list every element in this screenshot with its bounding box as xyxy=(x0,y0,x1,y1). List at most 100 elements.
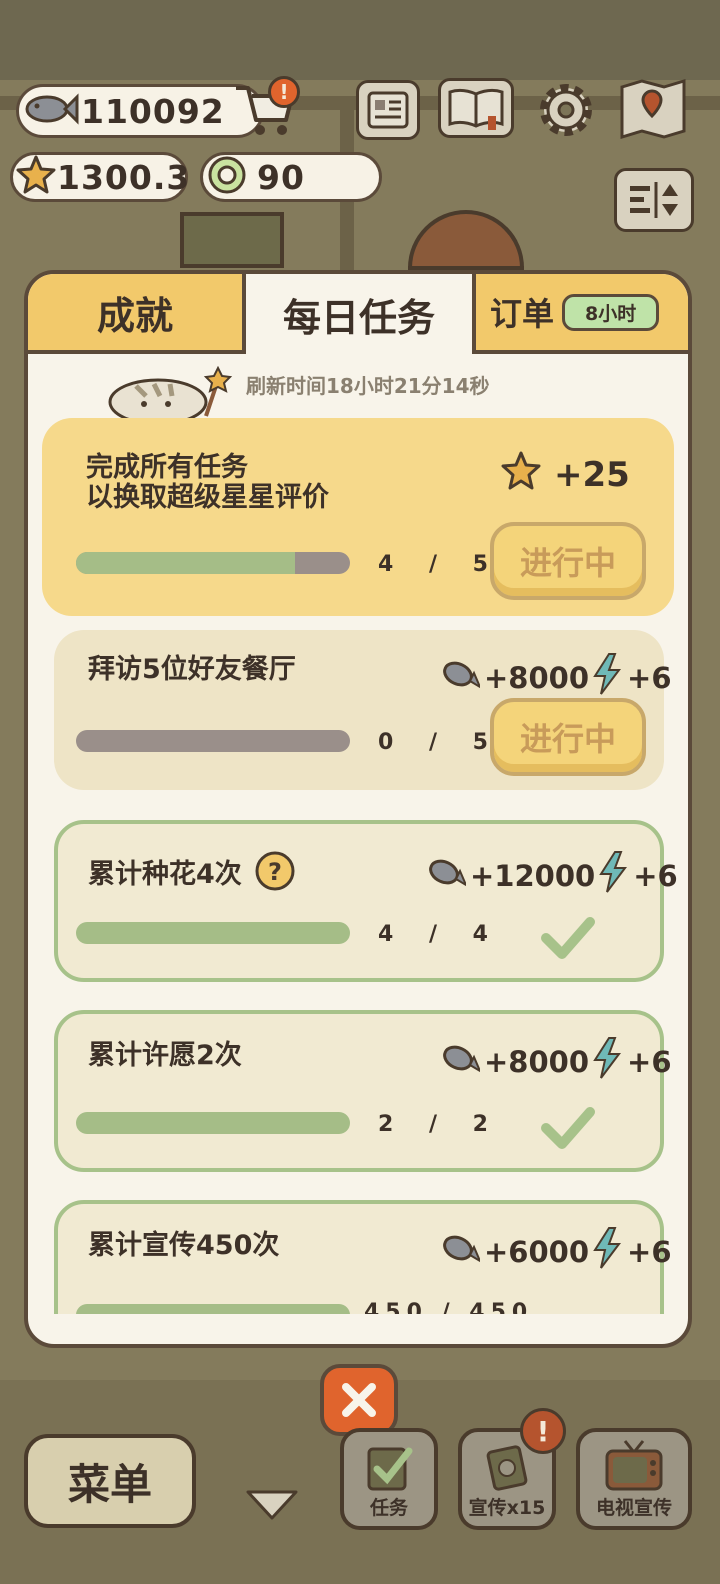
task-card: 累计宣传450次 +6000 +6 450 / 450 xyxy=(54,1200,672,1314)
all-tasks-card: 完成所有任务 以换取超级星星评价 +25 4 / 5 进行中 xyxy=(42,418,674,616)
ring-icon xyxy=(205,153,249,201)
task-status-button[interactable]: 进行中 xyxy=(490,698,646,776)
newspaper-icon xyxy=(367,91,409,129)
sort-toggle-button[interactable] xyxy=(614,168,694,232)
fish-icon xyxy=(440,1231,483,1272)
book-icon xyxy=(448,88,504,130)
chevron-down-icon[interactable] xyxy=(244,1488,300,1526)
task-progress-text: 2 / 2 xyxy=(378,1112,502,1137)
task-energy-reward: +6 xyxy=(627,1044,672,1079)
shop-alert-badge: ! xyxy=(268,76,300,108)
menu-button[interactable]: 菜单 xyxy=(24,1434,196,1528)
task-energy-reward: +6 xyxy=(627,660,672,695)
svg-text:?: ? xyxy=(268,858,282,886)
fish-icon xyxy=(23,89,79,133)
star-icon xyxy=(15,154,57,200)
daily-task-panel: 成就 每日任务 订单 8小时 刷新时间18小时21分14秒 完成所有任务 以换取… xyxy=(24,270,692,1348)
tasks-nav-button[interactable]: 任务 xyxy=(340,1428,438,1530)
task-fish-reward: +12000 xyxy=(470,858,596,893)
help-icon[interactable]: ? xyxy=(254,850,296,899)
task-reward: +6000 +6 xyxy=(440,1226,672,1277)
checkmark-icon xyxy=(540,1106,596,1154)
catalog-book-button[interactable] xyxy=(438,78,514,138)
checkmark-icon xyxy=(540,916,596,964)
energy-icon xyxy=(589,652,625,703)
main-task-title-line2: 以换取超级星星评价 xyxy=(86,482,329,513)
task-title-row: 累计种花4次 ? xyxy=(88,850,296,899)
map-button[interactable] xyxy=(618,78,688,139)
newspaper-button[interactable] xyxy=(356,80,420,140)
promo-card-icon xyxy=(486,1445,528,1491)
task-title: 累计许愿2次 xyxy=(88,1040,242,1071)
refresh-timer: 刷新时间18小时21分14秒 xyxy=(246,374,490,398)
task-fish-reward: +8000 xyxy=(484,660,590,695)
tab-bar: 成就 每日任务 订单 8小时 xyxy=(28,274,688,354)
close-button[interactable] xyxy=(320,1364,398,1436)
tab-orders-label: 订单 xyxy=(490,295,555,333)
fish-icon xyxy=(440,1041,483,1082)
main-task-reward-value: +25 xyxy=(554,454,630,495)
settings-button[interactable] xyxy=(534,80,598,140)
task-title: 累计宣传450次 xyxy=(88,1230,280,1261)
tv-promo-button[interactable]: 电视宣传 xyxy=(576,1428,692,1530)
task-card: 累计种花4次 ? +12000 +6 4 / 4 xyxy=(54,820,678,982)
ring-currency-pill: 90 xyxy=(200,152,382,202)
gear-icon xyxy=(540,84,592,136)
task-energy-reward: +6 xyxy=(633,858,678,893)
tasks-nav-label: 任务 xyxy=(369,1497,408,1519)
fish-icon xyxy=(440,657,483,698)
task-reward: +8000 +6 xyxy=(440,652,672,703)
energy-icon xyxy=(589,1036,625,1087)
task-progress-bar xyxy=(76,1112,350,1134)
task-title: 累计种花4次 xyxy=(88,859,242,890)
star-currency-pill: 1300.3 xyxy=(10,152,191,202)
task-title: 拜访5位好友餐厅 xyxy=(88,654,296,685)
main-task-title-line1: 完成所有任务 xyxy=(86,452,248,483)
fish-count: 110092 xyxy=(81,91,225,131)
task-fish-reward: +6000 xyxy=(484,1234,590,1269)
map-icon xyxy=(620,78,686,139)
tv-icon xyxy=(605,1440,663,1491)
energy-icon xyxy=(589,1226,625,1277)
task-card: 累计许愿2次 +8000 +6 2 / 2 xyxy=(54,1010,672,1172)
fish-currency-pill: 110092 xyxy=(16,84,264,138)
energy-icon xyxy=(595,850,631,901)
shop-cart-icon[interactable]: ! xyxy=(232,76,300,140)
main-task-progress-fill xyxy=(76,552,296,574)
task-progress-fill xyxy=(76,1112,350,1134)
task-progress-fill xyxy=(76,1304,350,1314)
main-task-status-button[interactable]: 进行中 xyxy=(490,522,646,600)
promo-nav-label: 宣传x15 xyxy=(468,1497,546,1519)
task-list[interactable]: 完成所有任务 以换取超级星星评价 +25 4 / 5 进行中 拜访5位好友餐厅 … xyxy=(28,414,688,1314)
star-icon xyxy=(500,450,542,499)
close-icon xyxy=(342,1383,376,1417)
tab-daily-tasks[interactable]: 每日任务 xyxy=(246,274,472,354)
main-task-progress-text: 4 / 5 xyxy=(378,552,502,577)
promo-alert-badge: ! xyxy=(520,1408,566,1454)
tv-promo-label: 电视宣传 xyxy=(595,1497,672,1519)
tab-orders[interactable]: 订单 8小时 xyxy=(472,274,688,354)
task-reward: +12000 +6 xyxy=(426,850,678,901)
background-top xyxy=(0,0,720,80)
task-progress-bar xyxy=(76,922,350,944)
main-task-reward: +25 xyxy=(500,450,630,499)
main-task-progress-bar xyxy=(76,552,350,574)
task-progress-bar xyxy=(76,1304,350,1314)
task-progress-text: 0 / 5 xyxy=(378,730,502,755)
task-progress-fill xyxy=(76,922,350,944)
task-reward: +8000 +6 xyxy=(440,1036,672,1087)
task-progress-text: 4 / 4 xyxy=(378,922,502,947)
tab-achievements[interactable]: 成就 xyxy=(28,274,246,354)
task-card: 拜访5位好友餐厅 +8000 +6 0 / 5 进行中 xyxy=(54,630,672,790)
task-fish-reward: +8000 xyxy=(484,1044,590,1079)
order-timer-badge: 8小时 xyxy=(562,293,660,331)
ring-count: 90 xyxy=(257,157,305,197)
task-progress-text: 450 / 450 xyxy=(364,1300,534,1314)
sort-icon xyxy=(630,182,678,218)
checklist-icon xyxy=(367,1447,413,1491)
task-energy-reward: +6 xyxy=(627,1234,672,1269)
star-count: 1300.3 xyxy=(57,157,191,197)
fish-bone-frame xyxy=(180,212,284,268)
fish-icon xyxy=(426,855,469,896)
task-progress-bar xyxy=(76,730,350,752)
